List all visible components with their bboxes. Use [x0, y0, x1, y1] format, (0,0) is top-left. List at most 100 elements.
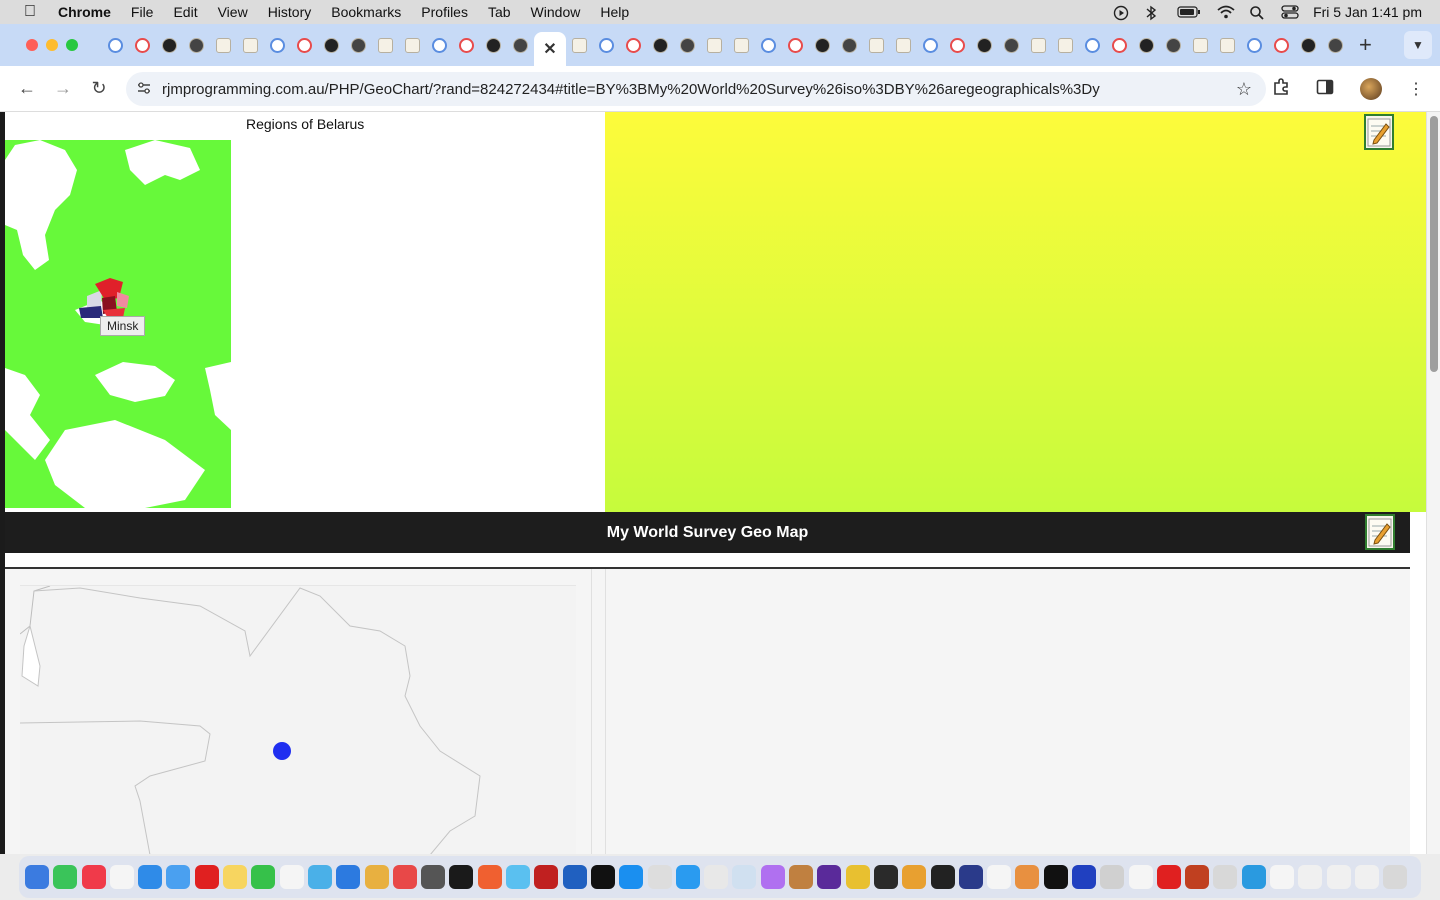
- dock-app-icon[interactable]: [194, 865, 219, 889]
- tab-favicon[interactable]: [453, 31, 480, 59]
- tab-favicon[interactable]: [102, 31, 129, 59]
- chrome-menu-kebab-icon[interactable]: ⋮: [1408, 79, 1424, 99]
- dock-app-icon[interactable]: [1071, 865, 1096, 889]
- dock-app-icon[interactable]: [902, 865, 927, 889]
- dock-app-icon[interactable]: [477, 865, 502, 889]
- new-tab-button[interactable]: +: [1359, 32, 1372, 58]
- tab-favicon[interactable]: [156, 31, 183, 59]
- dock-app-icon[interactable]: [619, 865, 644, 889]
- tab-favicon[interactable]: [345, 31, 372, 59]
- tab-favicon[interactable]: [836, 31, 863, 59]
- tab-favicon[interactable]: [647, 31, 674, 59]
- tab-favicon[interactable]: [1268, 31, 1295, 59]
- dock-app-icon[interactable]: [1241, 865, 1266, 889]
- dock-app-icon[interactable]: [1383, 865, 1408, 889]
- dock-app-icon[interactable]: [53, 865, 78, 889]
- tab-favicon[interactable]: [890, 31, 917, 59]
- dock-app-icon[interactable]: [873, 865, 898, 889]
- menu-history[interactable]: History: [268, 4, 312, 20]
- close-tab-icon[interactable]: ✕: [543, 39, 556, 59]
- tab-favicon[interactable]: [593, 31, 620, 59]
- menu-tab[interactable]: Tab: [488, 4, 511, 20]
- dock-app-icon[interactable]: [704, 865, 729, 889]
- dock-app-icon[interactable]: [647, 865, 672, 889]
- dock-app-icon[interactable]: [1213, 865, 1238, 889]
- close-window-button[interactable]: [26, 39, 38, 51]
- tab-favicon[interactable]: [372, 31, 399, 59]
- dock-app-icon[interactable]: [166, 865, 191, 889]
- menu-edit[interactable]: Edit: [173, 4, 197, 20]
- tab-favicon[interactable]: [426, 31, 453, 59]
- dock-app-icon[interactable]: [562, 865, 587, 889]
- tab-favicon[interactable]: [264, 31, 291, 59]
- dock-app-icon[interactable]: [1354, 865, 1379, 889]
- tab-favicon[interactable]: [1052, 31, 1079, 59]
- dock-app-icon[interactable]: [1185, 865, 1210, 889]
- tab-favicon[interactable]: [1025, 31, 1052, 59]
- tab-favicon[interactable]: [507, 31, 534, 59]
- tab-favicon[interactable]: [701, 31, 728, 59]
- dock-app-icon[interactable]: [987, 865, 1012, 889]
- tab-favicon[interactable]: [183, 31, 210, 59]
- tab-favicon[interactable]: [620, 31, 647, 59]
- address-bar[interactable]: rjmprogramming.com.au/PHP/GeoChart/?rand…: [126, 72, 1266, 106]
- dock-app-icon[interactable]: [81, 865, 106, 889]
- dock-app-icon[interactable]: [109, 865, 134, 889]
- tab-favicon[interactable]: [1106, 31, 1133, 59]
- apple-icon[interactable]: : [20, 3, 40, 21]
- tab-favicon[interactable]: [1187, 31, 1214, 59]
- tab-favicon[interactable]: [782, 31, 809, 59]
- tab-favicon[interactable]: [291, 31, 318, 59]
- bluetooth-icon[interactable]: [1145, 5, 1161, 21]
- tab-favicon[interactable]: [129, 31, 156, 59]
- forward-arrow-icon[interactable]: →: [45, 78, 81, 99]
- dock-app-icon[interactable]: [534, 865, 559, 889]
- dock-app-icon[interactable]: [223, 865, 248, 889]
- spotlight-search-icon[interactable]: [1249, 5, 1265, 20]
- screen-record-icon[interactable]: [1113, 5, 1129, 21]
- tab-favicon[interactable]: [944, 31, 971, 59]
- tab-favicon[interactable]: [480, 31, 507, 59]
- dock-app-icon[interactable]: [421, 865, 446, 889]
- profile-avatar[interactable]: [1360, 78, 1382, 100]
- dock-app-icon[interactable]: [789, 865, 814, 889]
- tab-favicon[interactable]: [237, 31, 264, 59]
- menu-bookmarks[interactable]: Bookmarks: [331, 4, 401, 20]
- tab-active[interactable]: ✕: [534, 32, 566, 66]
- tab-favicon[interactable]: [318, 31, 345, 59]
- tab-favicon[interactable]: [1160, 31, 1187, 59]
- belarus-marker-map[interactable]: [20, 585, 576, 854]
- menu-help[interactable]: Help: [600, 4, 629, 20]
- scrollbar-thumb[interactable]: [1430, 116, 1438, 372]
- bookmark-star-icon[interactable]: ☆: [1236, 79, 1252, 100]
- back-arrow-icon[interactable]: ←: [9, 78, 45, 99]
- menu-file[interactable]: File: [131, 4, 154, 20]
- dock-app-icon[interactable]: [1043, 865, 1068, 889]
- dock-app-icon[interactable]: [1298, 865, 1323, 889]
- zoom-window-button[interactable]: [66, 39, 78, 51]
- minsk-location-marker[interactable]: [273, 742, 291, 760]
- menubar-clock[interactable]: Fri 5 Jan 1:41 pm: [1313, 4, 1422, 20]
- tab-favicon[interactable]: [728, 31, 755, 59]
- dock-app-icon[interactable]: [1156, 865, 1181, 889]
- wifi-icon[interactable]: [1217, 5, 1235, 19]
- tab-favicon[interactable]: [1241, 31, 1268, 59]
- dock-app-icon[interactable]: [1015, 865, 1040, 889]
- tab-favicon[interactable]: [210, 31, 237, 59]
- tab-favicon[interactable]: [971, 31, 998, 59]
- menu-view[interactable]: View: [218, 4, 248, 20]
- page-scrollbar[interactable]: [1426, 112, 1440, 854]
- url-text[interactable]: rjmprogramming.com.au/PHP/GeoChart/?rand…: [162, 81, 1100, 98]
- tab-favicon[interactable]: [917, 31, 944, 59]
- dock-app-icon[interactable]: [590, 865, 615, 889]
- dock-app-icon[interactable]: [506, 865, 531, 889]
- menu-profiles[interactable]: Profiles: [421, 4, 468, 20]
- dock-app-icon[interactable]: [364, 865, 389, 889]
- dock-app-icon[interactable]: [336, 865, 361, 889]
- dock-app-icon[interactable]: [307, 865, 332, 889]
- dock-app-icon[interactable]: [760, 865, 785, 889]
- tab-favicon[interactable]: [1079, 31, 1106, 59]
- edit-notepad-icon[interactable]: [1364, 114, 1394, 150]
- tab-favicon[interactable]: [1133, 31, 1160, 59]
- minimize-window-button[interactable]: [46, 39, 58, 51]
